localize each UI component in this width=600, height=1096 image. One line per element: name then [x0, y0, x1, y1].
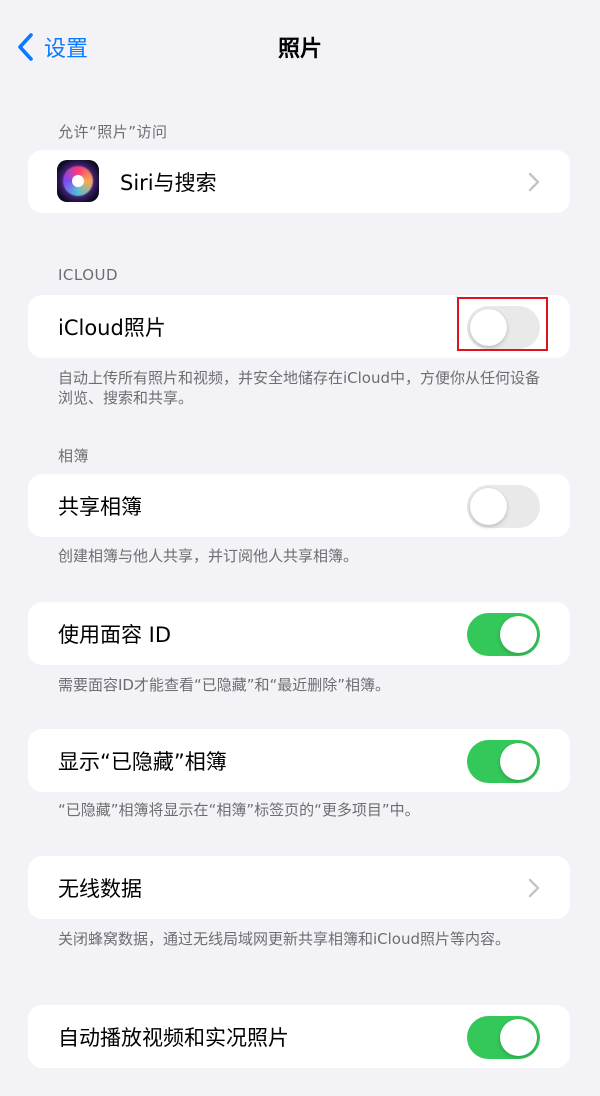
- row-siri-search[interactable]: Siri与搜索: [28, 150, 570, 213]
- shared-albums-label: 共享相簿: [58, 494, 142, 519]
- row-autoplay: 自动播放视频和实况照片: [28, 1005, 570, 1068]
- card-autoplay: 自动播放视频和实况照片: [28, 1005, 570, 1068]
- card-faceid: 使用面容 ID: [28, 602, 570, 665]
- row-wireless-data[interactable]: 无线数据: [28, 856, 570, 919]
- show-hidden-toggle[interactable]: [467, 740, 540, 783]
- icloud-photos-label: iCloud照片: [58, 315, 166, 340]
- show-hidden-label: 显示“已隐藏”相簿: [58, 749, 227, 774]
- autoplay-toggle[interactable]: [467, 1016, 540, 1059]
- row-faceid: 使用面容 ID: [28, 602, 570, 665]
- wireless-footer: 关闭蜂窝数据，通过无线局域网更新共享相簿和iCloud照片等内容。: [58, 930, 511, 948]
- icloud-footer: 自动上传所有照片和视频，并安全地储存在iCloud中，方便你从任何设备浏览、搜索…: [58, 369, 541, 407]
- row-shared-albums: 共享相簿: [28, 474, 570, 537]
- highlight-box: [457, 297, 548, 351]
- toggle-knob: [500, 616, 537, 653]
- faceid-toggle[interactable]: [467, 613, 540, 656]
- card-wireless: 无线数据: [28, 856, 570, 919]
- siri-icon: [57, 160, 99, 202]
- faceid-label: 使用面容 ID: [58, 622, 172, 647]
- page-title: 照片: [277, 37, 322, 62]
- autoplay-label: 自动播放视频和实况照片: [58, 1025, 289, 1050]
- faceid-footer: 需要面容ID才能查看“已隐藏”和“最近删除”相簿。: [58, 676, 391, 694]
- shared-albums-toggle[interactable]: [467, 485, 540, 528]
- card-access: Siri与搜索: [28, 150, 570, 213]
- chevron-right-icon: [528, 878, 540, 898]
- toggle-knob: [500, 1019, 537, 1056]
- hidden-footer: “已隐藏”相簿将显示在“相簿”标签页的“更多项目”中。: [58, 801, 420, 819]
- toggle-knob: [500, 743, 537, 780]
- section-header-access: 允许“照片”访问: [58, 123, 168, 141]
- siri-search-label: Siri与搜索: [120, 170, 217, 195]
- toggle-knob: [470, 488, 507, 525]
- card-hidden: 显示“已隐藏”相簿: [28, 729, 570, 792]
- row-show-hidden: 显示“已隐藏”相簿: [28, 729, 570, 792]
- card-albums: 共享相簿: [28, 474, 570, 537]
- navigation-bar: 设置 照片: [0, 0, 600, 94]
- section-header-icloud: ICLOUD: [58, 266, 119, 284]
- section-header-albums: 相簿: [58, 447, 90, 465]
- chevron-right-icon: [528, 172, 540, 192]
- wireless-data-label: 无线数据: [58, 876, 142, 901]
- albums-footer: 创建相簿与他人共享，并订阅他人共享相簿。: [58, 547, 359, 565]
